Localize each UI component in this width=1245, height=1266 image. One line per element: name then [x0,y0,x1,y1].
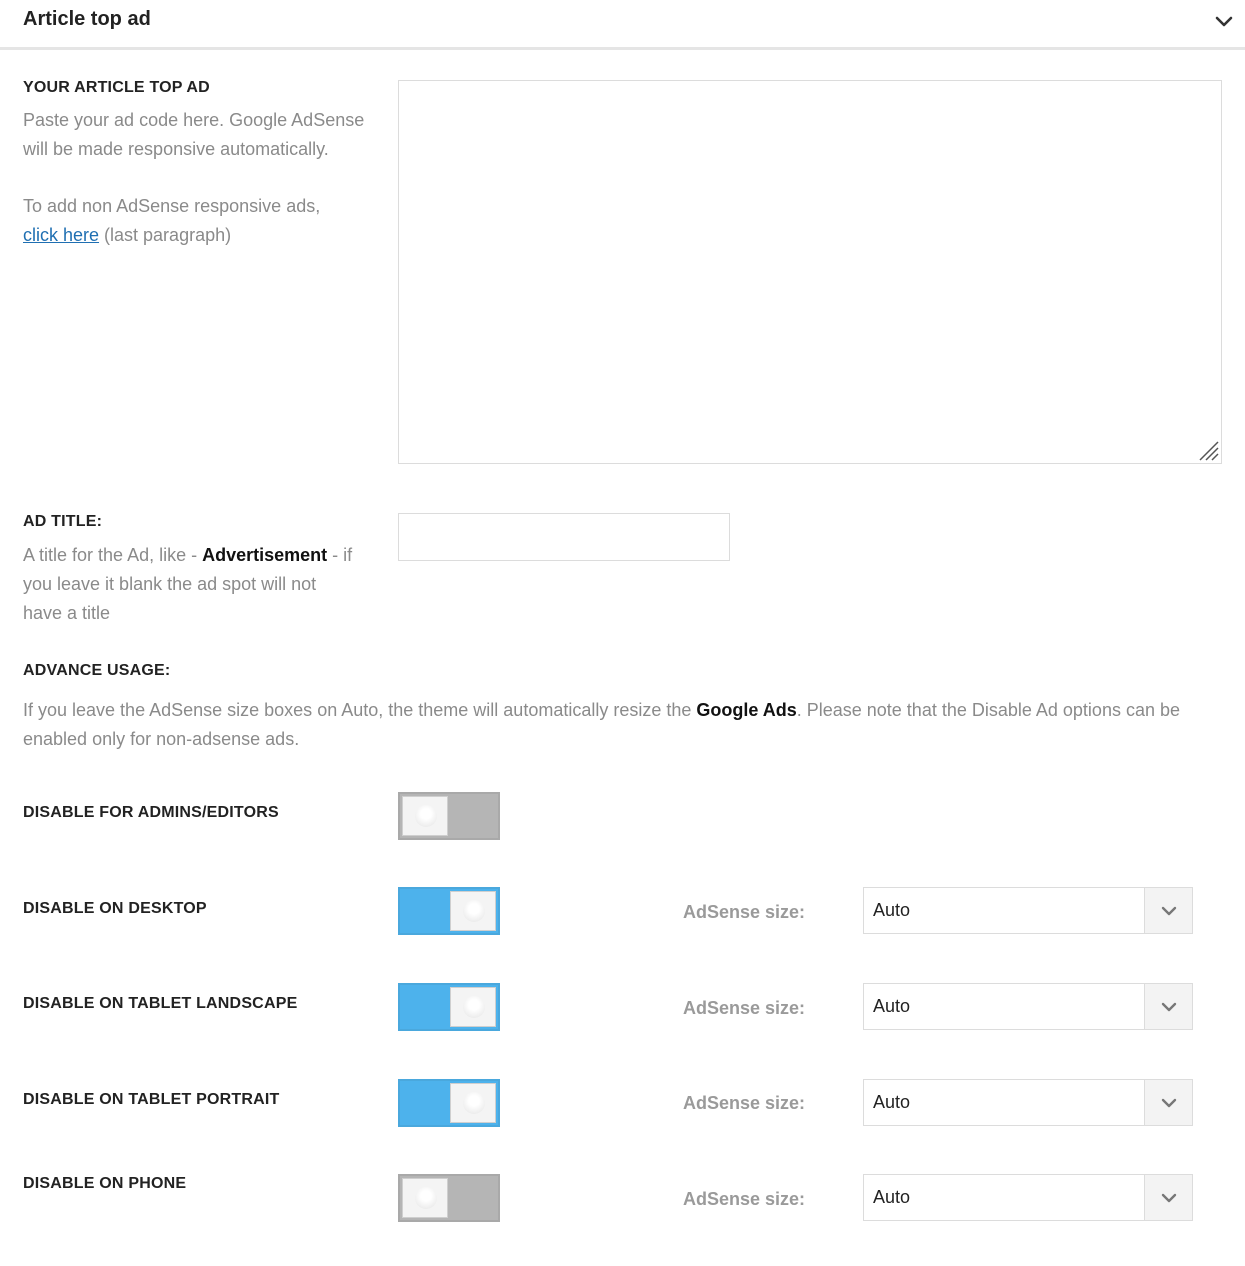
desktop-adsense-size-label: AdSense size: [683,902,806,922]
advance-usage-description: If you leave the AdSense size boxes on A… [23,696,1233,754]
select-value: Auto [873,996,911,1016]
desktop-adsense-size-select[interactable]: Auto [863,887,1193,934]
advance-desc-post: . Please note that the Disable Ad option… [796,700,1180,720]
tablet-portrait-adsense-size-label: AdSense size: [683,1093,806,1113]
select-arrow[interactable] [1144,1175,1192,1220]
select-value: Auto [873,1092,911,1112]
ad-code-label: YOUR ARTICLE TOP AD [23,79,210,96]
tablet-landscape-adsense-size-label: AdSense size: [683,998,806,1018]
tablet-portrait-adsense-size-select[interactable]: Auto [863,1079,1193,1126]
disable-tablet-portrait-label: DISABLE ON TABLET PORTRAIT [23,1091,280,1108]
disable-tablet-landscape-label: DISABLE ON TABLET LANDSCAPE [23,995,298,1012]
resize-handle-icon[interactable] [1197,439,1219,461]
chevron-down-icon [1161,1098,1177,1108]
ad-title-description: A title for the Ad, like - Advertisement… [23,541,352,628]
click-here-link[interactable]: click here [23,225,99,245]
disable-desktop-toggle[interactable] [398,887,500,935]
ad-title-desc-line-3: have a title [23,603,111,623]
link-suffix: (last paragraph) [99,225,232,245]
disable-desktop-label: DISABLE ON DESKTOP [23,900,207,917]
disable-tablet-landscape-toggle[interactable] [398,983,500,1031]
toggle-knob [402,1178,448,1218]
ad-title-desc-bold: Advertisement [202,545,328,565]
advance-desc-line-2: enabled only for non-adsense ads. [23,729,300,749]
select-value: Auto [873,1187,911,1207]
advance-usage-label: ADVANCE USAGE: [23,662,171,679]
ad-title-label: AD TITLE: [23,513,103,530]
disable-admins-label: DISABLE FOR ADMINS/EDITORS [23,804,279,821]
toggle-knob [402,796,448,836]
ad-code-desc-line-2: will be made responsive automatically. [23,139,329,159]
disable-phone-label: DISABLE ON PHONE [23,1175,187,1192]
ad-title-desc-line-2: you leave it blank the ad spot will not [23,574,317,594]
tablet-landscape-adsense-size-select[interactable]: Auto [863,983,1193,1030]
disable-tablet-portrait-toggle[interactable] [398,1079,500,1127]
ad-code-desc-line-1: Paste your ad code here. Google AdSense [23,110,365,130]
ad-title-desc-post: - if [327,545,353,565]
phone-adsense-size-select[interactable]: Auto [863,1174,1193,1221]
panel-title: Article top ad [23,8,151,30]
ad-title-desc-pre: A title for the Ad, like - [23,545,203,565]
select-arrow[interactable] [1144,1080,1192,1125]
panel-header[interactable]: Article top ad [0,0,1245,50]
advance-desc-bold: Google Ads [696,700,797,720]
select-arrow[interactable] [1144,888,1192,933]
toggle-knob [450,891,496,931]
ad-code-textarea[interactable] [398,80,1222,464]
chevron-down-icon [1161,1002,1177,1012]
advance-desc-pre: If you leave the AdSense size boxes on A… [23,700,697,720]
select-arrow[interactable] [1144,984,1192,1029]
toggle-knob [450,1083,496,1123]
chevron-down-icon[interactable] [1213,10,1235,32]
toggle-knob [450,987,496,1027]
select-value: Auto [873,900,911,920]
ad-code-description: Paste your ad code here. Google AdSense … [23,106,364,250]
chevron-down-icon [1161,1193,1177,1203]
ad-title-input[interactable] [398,513,730,561]
disable-admins-toggle[interactable] [398,792,500,840]
phone-adsense-size-label: AdSense size: [683,1189,806,1209]
chevron-down-icon [1161,906,1177,916]
disable-phone-toggle[interactable] [398,1174,500,1222]
ad-code-desc-line-3: To add non AdSense responsive ads, [23,196,321,216]
